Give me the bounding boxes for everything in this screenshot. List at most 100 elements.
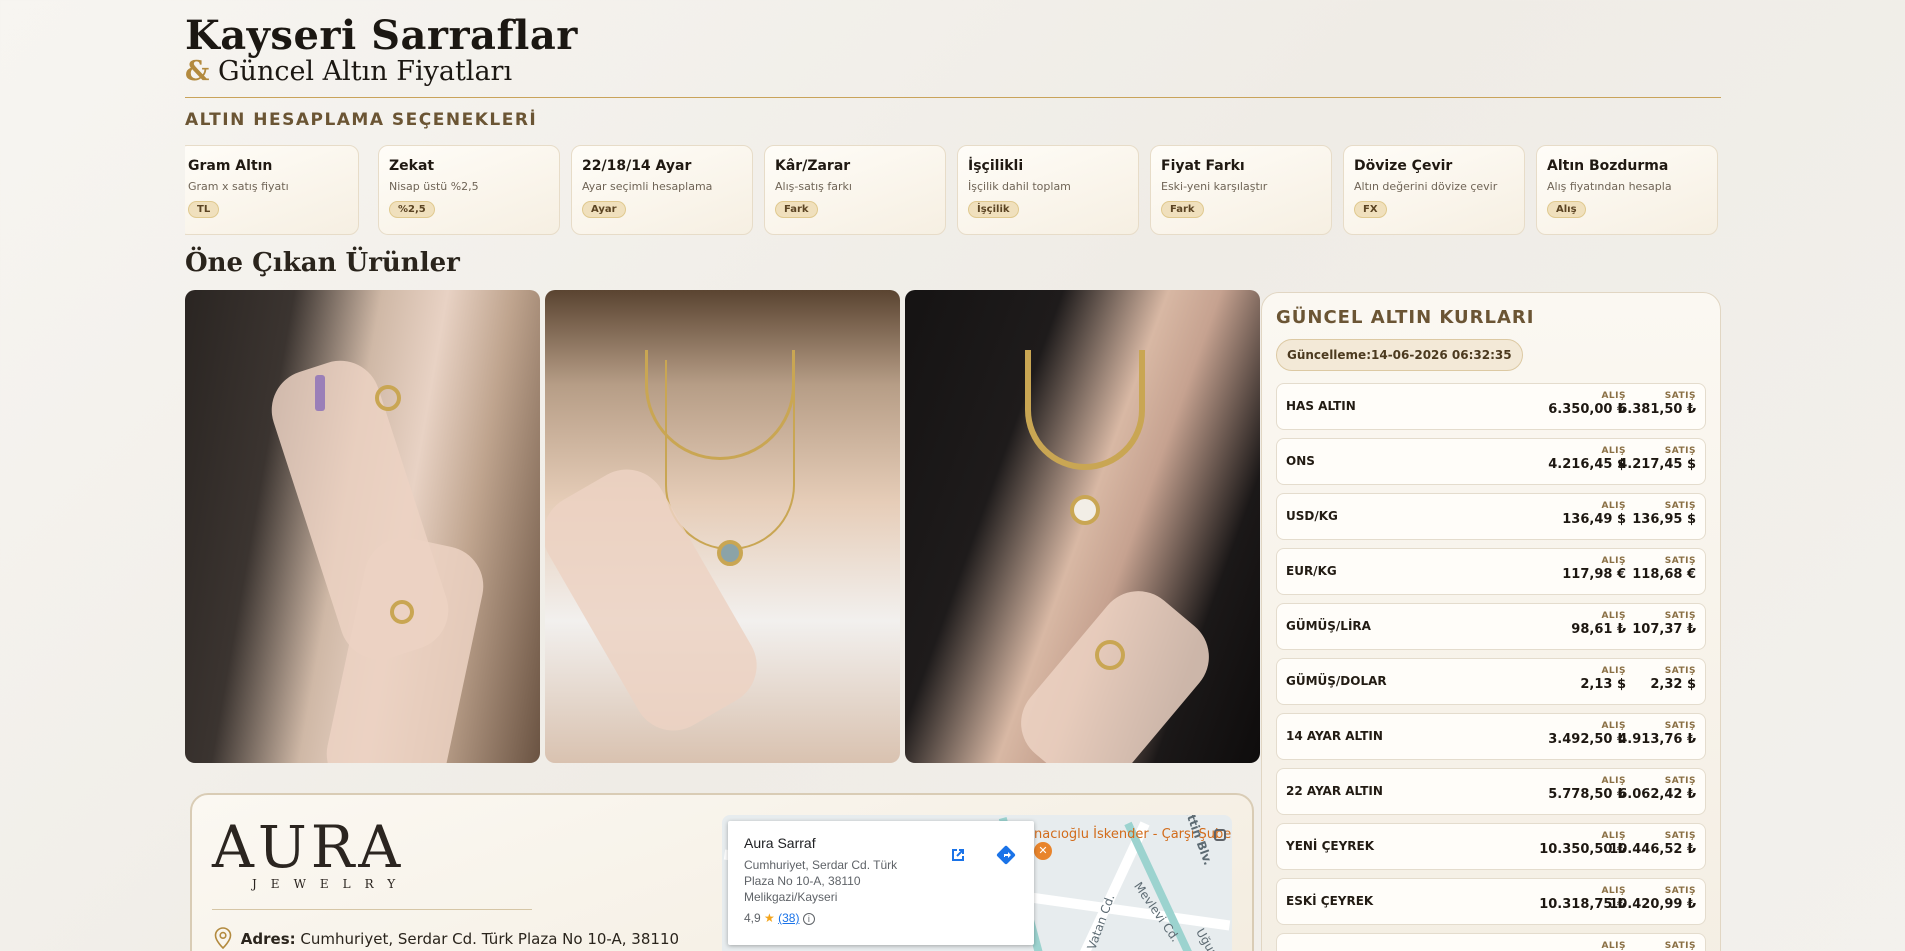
rate-sell: SATIŞ 10.446,52 ₺ <box>1609 831 1696 857</box>
updated-label: Güncelleme: <box>1287 348 1371 362</box>
fullscreen-icon[interactable] <box>1214 829 1226 841</box>
calc-card-badge: TL <box>188 201 220 218</box>
rate-buy: ALIŞ 2,13 $ <box>1580 666 1626 692</box>
gold-ring <box>390 600 414 624</box>
calc-card-badge: FX <box>1354 201 1387 218</box>
place-name: Aura Sarraf <box>744 835 816 851</box>
rate-row: EUR/KG ALIŞ 117,98 € SATIŞ 118,68 € <box>1276 548 1706 595</box>
sell-label: SATIŞ <box>1664 886 1696 896</box>
site-subtitle: & Güncel Altın Fiyatları <box>185 56 512 87</box>
rate-name: ESKİ ÇEYREK <box>1286 894 1374 908</box>
calc-card[interactable]: 22/18/14 Ayar Ayar seçimli hesaplama Ayar <box>571 145 753 235</box>
rate-sell: SATIŞ 4.217,45 $ <box>1618 446 1696 472</box>
sell-value: 4.217,45 $ <box>1618 457 1696 472</box>
sell-value: 10.446,52 ₺ <box>1609 842 1696 857</box>
calc-card-desc: Eski-yeni karşılaştır <box>1161 180 1268 193</box>
calc-card[interactable]: Fiyat Farkı Eski-yeni karşılaştır Fark <box>1150 145 1332 235</box>
rate-name: 14 AYAR ALTIN <box>1286 729 1383 743</box>
calc-card[interactable]: Gram Altın Gram x satış fiyatı TL <box>185 145 359 235</box>
header-divider <box>185 97 1721 98</box>
site-title: Kayseri Sarraflar <box>185 12 578 59</box>
product-image-3[interactable] <box>905 290 1260 763</box>
sell-label: SATIŞ <box>1664 776 1696 786</box>
directions-button[interactable] <box>990 839 1022 871</box>
calc-card-title: Altın Bozdurma <box>1547 158 1669 174</box>
buy-label: ALIŞ <box>1601 721 1626 731</box>
sell-value: 4.913,76 ₺ <box>1618 732 1696 747</box>
calc-card-badge: Alış <box>1547 201 1586 218</box>
calc-card-title: Dövize Çevir <box>1354 158 1453 174</box>
buy-value: 136,49 $ <box>1562 512 1626 527</box>
buy-label: ALIŞ <box>1601 666 1626 676</box>
store-divider <box>212 909 532 910</box>
calc-card-badge: İşçilik <box>968 201 1019 218</box>
rate-name: ONS <box>1286 454 1315 468</box>
store-address: Adres: Cumhuriyet, Serdar Cd. Türk Plaza… <box>214 927 679 950</box>
calc-options-row: Gram Altın Gram x satış fiyatı TL Zekat Nisa… <box>185 145 1721 237</box>
buy-label: ALIŞ <box>1601 391 1626 401</box>
calc-card-desc: Altın değerini dövize çevir <box>1354 180 1498 193</box>
buy-label: ALIŞ <box>1601 556 1626 566</box>
open-in-maps-button[interactable] <box>942 839 974 871</box>
rate-sell: SATIŞ 10.420,99 ₺ <box>1609 886 1696 912</box>
rate-name: USD/KG <box>1286 509 1338 523</box>
rate-sell: SATIŞ 107,37 ₺ <box>1632 611 1696 637</box>
calc-card[interactable]: İşçilikli İşçilik dahil toplam İşçilik <box>957 145 1139 235</box>
calc-card-title: Fiyat Farkı <box>1161 158 1245 174</box>
rate-sell: SATIŞ 136,95 $ <box>1632 501 1696 527</box>
gold-ring <box>375 385 401 411</box>
rate-name: EUR/KG <box>1286 564 1337 578</box>
rate-row: USD/KG ALIŞ 136,49 $ SATIŞ 136,95 $ <box>1276 493 1706 540</box>
calc-card-desc: Alış-satış farkı <box>775 180 852 193</box>
info-icon[interactable]: i <box>802 913 815 925</box>
restaurant-icon: ✕ <box>1034 842 1052 860</box>
subtitle-ampersand: & <box>185 56 210 87</box>
rate-row: 14 AYAR ALTIN ALIŞ 3.492,50 ₺ SATIŞ 4.913,76… <box>1276 713 1706 760</box>
calc-card-title: İşçilikli <box>968 158 1024 174</box>
rate-sell: SATIŞ 6.381,50 ₺ <box>1618 391 1696 417</box>
reviews-link[interactable]: (38) <box>778 911 799 925</box>
product-image-2[interactable] <box>545 290 900 763</box>
buy-value: 5.778,50 ₺ <box>1548 787 1626 802</box>
sell-value: 118,68 € <box>1632 567 1696 582</box>
calc-card-title: 22/18/14 Ayar <box>582 158 692 174</box>
gold-chain <box>1025 350 1145 470</box>
google-map[interactable]: nacıoğlu İskender - Çarşı Şube ✕ Vatan C… <box>722 815 1232 951</box>
buy-label: ALIŞ <box>1601 776 1626 786</box>
location-pin-icon <box>214 927 232 950</box>
gold-chain <box>665 360 795 550</box>
rate-sell: SATIŞ 2,32 $ <box>1650 666 1696 692</box>
rates-updated-badge: Güncelleme:14-06-2026 06:32:35 <box>1276 339 1523 371</box>
buy-value: 3.492,50 ₺ <box>1548 732 1626 747</box>
directions-icon <box>996 845 1016 865</box>
rate-row: GÜMÜŞ/DOLAR ALIŞ 2,13 $ SATIŞ 2,32 $ <box>1276 658 1706 705</box>
aura-logo: AURA <box>212 813 405 881</box>
rate-name: HAS ALTIN <box>1286 399 1356 413</box>
calc-card[interactable]: Kâr/Zarar Alış-satış farkı Fark <box>764 145 946 235</box>
sell-label: SATIŞ <box>1664 721 1696 731</box>
address-label: Adres: <box>240 930 296 948</box>
calc-card-title: Zekat <box>389 158 435 174</box>
rate-buy: ALIŞ 117,98 € <box>1562 556 1626 582</box>
sell-value: 2,32 $ <box>1650 677 1696 692</box>
place-address: Cumhuriyet, Serdar Cd. Türk Plaza No 10-… <box>744 858 898 904</box>
buy-label: ALIŞ <box>1601 611 1626 621</box>
rate-sell: SATIŞ <box>1665 941 1696 951</box>
calc-card-title: Gram Altın <box>188 158 273 174</box>
bracelet <box>1095 640 1125 670</box>
calc-card[interactable]: Zekat Nisap üstü %2,5 %2,5 <box>378 145 560 235</box>
rate-buy: ALIŞ 98,61 ₺ <box>1571 611 1626 637</box>
sell-value: 136,95 $ <box>1632 512 1696 527</box>
buy-value: 4.216,45 $ <box>1548 457 1626 472</box>
rate-name: GÜMÜŞ/DOLAR <box>1286 674 1387 688</box>
rating-value: 4,9 <box>744 911 761 925</box>
calc-card[interactable]: Dövize Çevir Altın değerini dövize çevir F… <box>1343 145 1525 235</box>
sell-value: 6.381,50 ₺ <box>1618 402 1696 417</box>
product-image-1[interactable] <box>185 290 540 763</box>
sell-label: SATIŞ <box>1664 611 1696 621</box>
calc-card[interactable]: Altın Bozdurma Alış fiyatından hesapla Alı… <box>1536 145 1718 235</box>
rate-row: GÜMÜŞ/LİRA ALIŞ 98,61 ₺ SATIŞ 107,37 ₺ <box>1276 603 1706 650</box>
calc-card-desc: Ayar seçimli hesaplama <box>582 180 713 193</box>
featured-title: Öne Çıkan Ürünler <box>185 248 460 278</box>
calc-card-desc: Gram x satış fiyatı <box>188 180 289 193</box>
